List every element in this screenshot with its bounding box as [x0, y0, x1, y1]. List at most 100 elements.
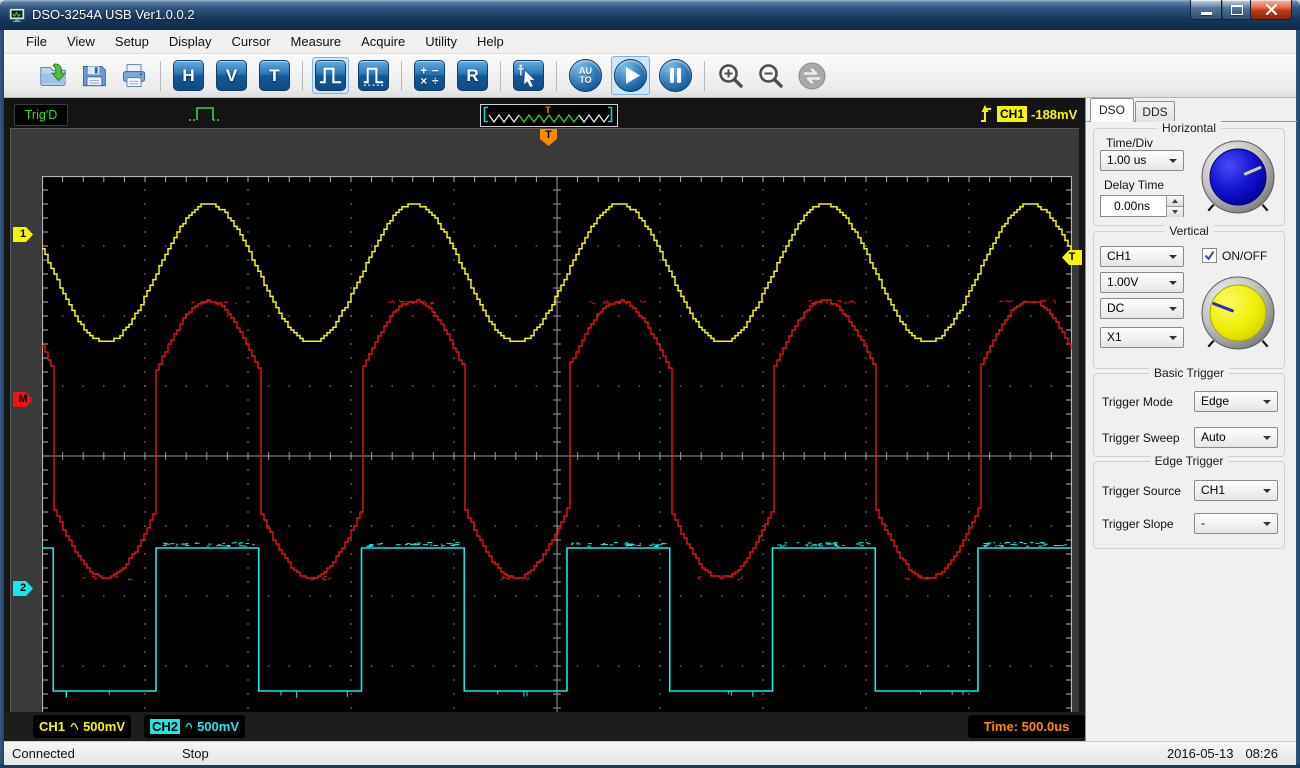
chevron-down-icon [1169, 281, 1177, 285]
chevron-down-icon [1263, 522, 1271, 526]
ch1-label: CH1 [39, 719, 65, 734]
coupling-select[interactable]: DC [1100, 298, 1184, 319]
trigger-slope-value: - [1201, 516, 1205, 530]
maximize-button[interactable] [1221, 0, 1252, 20]
pause-button[interactable] [656, 56, 695, 95]
menu-view[interactable]: View [57, 31, 105, 52]
tab-dds[interactable]: DDS [1135, 101, 1175, 122]
trigger-status-badge: Trig'D [14, 104, 68, 126]
menu-measure[interactable]: Measure [281, 31, 352, 52]
menu-utility[interactable]: Utility [415, 31, 467, 52]
trigger-channel-chip: CH1 [997, 106, 1027, 122]
basic-trigger-title: Basic Trigger [1094, 366, 1284, 380]
acquisition-preview[interactable]: T [480, 104, 618, 127]
ch1-readout[interactable]: CH1 500mV [33, 715, 131, 738]
control-panel: DSO DDS Horizontal Time/Div 1.00 us Dela… [1085, 98, 1296, 741]
trigger-sweep-select[interactable]: Auto [1194, 427, 1278, 448]
vertical-knob[interactable] [1193, 268, 1283, 358]
menu-acquire[interactable]: Acquire [351, 31, 415, 52]
run-button[interactable] [611, 56, 650, 95]
edge-trigger-group: Edge Trigger Trigger Source CH1 Trigger … [1093, 461, 1285, 549]
toolbar-separator [160, 61, 161, 91]
ch2-readout[interactable]: CH2 500mV [144, 715, 245, 738]
volts-div-select[interactable]: 1.00V [1100, 272, 1184, 293]
refresh-button[interactable]: R [454, 57, 491, 94]
toolbar-separator [500, 61, 501, 91]
title-bar[interactable]: DSO-3254A USB Ver1.0.0.2 [0, 0, 1300, 30]
print-icon [120, 62, 148, 90]
trigger-source-select[interactable]: CH1 [1194, 480, 1278, 501]
tab-dso[interactable]: DSO [1090, 98, 1134, 122]
run-icon [614, 59, 647, 92]
svg-text:÷: ÷ [432, 76, 439, 88]
trigger-readout: CH1 -188mV [979, 104, 1077, 124]
pulse-width-button[interactable] [312, 57, 349, 94]
menu-file[interactable]: File [16, 31, 57, 52]
math-functions-button[interactable]: + − × ÷ [411, 57, 448, 94]
channel-select[interactable]: CH1 [1100, 246, 1184, 267]
horizontal-setup-icon: H [173, 60, 204, 91]
open-button[interactable] [35, 58, 71, 94]
trigger-mode-select[interactable]: Edge [1194, 391, 1278, 412]
auto-setup-icon: AUTO [569, 59, 602, 92]
menu-cursor[interactable]: Cursor [222, 31, 281, 52]
trigger-setup-icon: T [259, 60, 290, 91]
minimize-icon [1201, 12, 1212, 15]
svg-text:×: × [420, 76, 427, 88]
minimize-button[interactable] [1190, 0, 1223, 20]
coupling-value: DC [1107, 301, 1124, 315]
close-icon [1265, 4, 1278, 15]
trigger-setup-button[interactable]: T [256, 57, 293, 94]
ch2-label: CH2 [150, 719, 180, 734]
delay-value: 0.00ns [1101, 199, 1163, 213]
horizontal-setup-button[interactable]: H [170, 57, 207, 94]
menu-setup[interactable]: Setup [105, 31, 159, 52]
zoom-in-icon [717, 62, 745, 90]
delay-time-spinner[interactable]: 0.00ns [1100, 195, 1184, 217]
datetime-status: 2016-05-1308:26 [1155, 746, 1278, 761]
spin-down-button[interactable] [1166, 207, 1183, 217]
zoom-out-button[interactable] [754, 59, 788, 93]
horizontal-group: Horizontal Time/Div 1.00 us Delay Time 0… [1093, 128, 1285, 226]
probe-value: X1 [1107, 330, 1122, 344]
pulse-indicator-icon [188, 102, 222, 129]
scope-status-bar: Trig'D T CH1 -188mV [4, 98, 1085, 128]
waveform-plot[interactable] [42, 176, 1072, 736]
pulse-measure-icon [358, 60, 389, 91]
timediv-label: Time/Div [1106, 136, 1153, 150]
menu-help[interactable]: Help [467, 31, 514, 52]
math-functions-icon: + − × ÷ [414, 60, 445, 91]
preview-trigger-marker: T [545, 105, 551, 115]
trigger-slope-select[interactable]: - [1194, 513, 1278, 534]
print-button[interactable] [117, 59, 151, 93]
window-title: DSO-3254A USB Ver1.0.0.2 [32, 7, 195, 22]
swap-icon [797, 61, 827, 91]
menu-display[interactable]: Display [159, 31, 222, 52]
vertical-group-title: Vertical [1094, 224, 1284, 238]
scope-display-area: Trig'D T CH1 -188mV MATH Scale:500m [4, 98, 1085, 741]
vertical-setup-button[interactable]: V [213, 57, 250, 94]
zoom-in-button[interactable] [714, 59, 748, 93]
spin-up-button[interactable] [1166, 196, 1183, 207]
waveform-canvas [42, 176, 1072, 736]
pulse-measure-button[interactable] [355, 57, 392, 94]
edge-trigger-title: Edge Trigger [1094, 454, 1284, 468]
trigger-source-label: Trigger Source [1102, 484, 1181, 498]
channel-value: CH1 [1107, 249, 1131, 263]
horizontal-knob[interactable] [1193, 132, 1283, 222]
time-value: 08:26 [1245, 746, 1278, 761]
time-readout: Time: 500.0us [968, 715, 1085, 738]
sine-icon [185, 722, 192, 732]
auto-setup-button[interactable]: AUTO [566, 56, 605, 95]
swap-button [794, 58, 830, 94]
save-button[interactable] [77, 59, 111, 93]
chevron-down-icon [1169, 307, 1177, 311]
probe-select[interactable]: X1 [1100, 327, 1184, 348]
toolbar-separator [556, 61, 557, 91]
vertical-group: Vertical CH1 1.00V DC X1 ON/OFF [1093, 231, 1285, 369]
timediv-select[interactable]: 1.00 us [1100, 150, 1184, 171]
channel-onoff-checkbox[interactable]: ON/OFF [1202, 248, 1267, 263]
probe-check-button[interactable] [510, 57, 547, 94]
close-button[interactable] [1250, 0, 1292, 20]
zoom-out-icon [757, 62, 785, 90]
